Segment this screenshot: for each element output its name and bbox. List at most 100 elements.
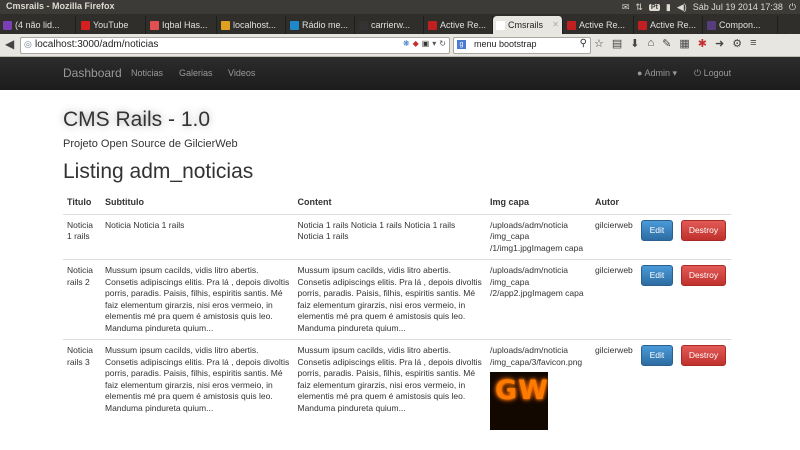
tab-9[interactable]: Active Re... bbox=[635, 16, 703, 34]
tab-10[interactable]: Compon... bbox=[704, 16, 778, 34]
toolbar-icons: ☆ ▤ ⬇ ⌂ ✎ ▦ ✱ ➜ ⚙ ≡ bbox=[594, 37, 757, 50]
tab-favicon-icon bbox=[638, 20, 647, 30]
header-content: Content bbox=[293, 193, 487, 215]
tab-7-active[interactable]: Cmsrails ✕ bbox=[493, 16, 563, 34]
search-icon[interactable]: ⚲ bbox=[580, 38, 587, 49]
github-icon bbox=[359, 20, 368, 30]
window-title: Cmsrails - Mozilla Firefox bbox=[6, 1, 115, 11]
tab-favicon-icon bbox=[290, 20, 299, 30]
cell-autor: gilcierweb bbox=[590, 213, 637, 260]
tab-0[interactable]: (4 não lid... bbox=[0, 16, 76, 34]
clock[interactable]: Sáb Jul 19 2014 17:38 bbox=[693, 2, 783, 12]
search-bar[interactable]: g menu bootstrap ⚲ bbox=[453, 37, 591, 54]
table-row: Noticia rails 2 Mussum ipsum cacilds, vi… bbox=[63, 259, 731, 340]
home-icon[interactable]: ⌂ bbox=[648, 37, 655, 50]
cell-edit: Edit bbox=[636, 213, 677, 260]
keyboard-indicator[interactable]: Pt bbox=[648, 3, 660, 11]
cell-titulo: Noticia rails 2 bbox=[63, 259, 101, 340]
addon-icon[interactable]: ▦ bbox=[679, 37, 689, 50]
addon-icon[interactable]: ▣ bbox=[422, 39, 430, 48]
off-icon: ⏻ bbox=[694, 68, 702, 78]
tab-6[interactable]: Active Re... bbox=[425, 16, 493, 34]
page-subtitle: Projeto Open Source de GilcierWeb bbox=[63, 138, 238, 150]
os-top-panel: Cmsrails - Mozilla Firefox ✉ ⇅ Pt ▮ ◀) S… bbox=[0, 0, 800, 14]
tab-label: carrierw... bbox=[371, 20, 411, 30]
tab-favicon-icon bbox=[3, 20, 12, 30]
google-icon[interactable]: g bbox=[457, 40, 466, 49]
chevron-down-icon[interactable]: ▾ bbox=[432, 39, 436, 48]
navbar-brand[interactable]: Dashboard bbox=[63, 66, 122, 80]
addon-icon[interactable]: ⚙ bbox=[732, 37, 742, 50]
destroy-button[interactable]: Destroy bbox=[680, 345, 726, 366]
tab-3[interactable]: localhost... bbox=[218, 16, 286, 34]
header-empty bbox=[676, 193, 731, 215]
browser-tab-bar: (4 não lid... YouTube Iqbal Has... local… bbox=[0, 14, 800, 45]
bookmark-star-icon[interactable]: ☆ bbox=[594, 37, 604, 50]
table-row: Noticia rails 3 Mussum ipsum cacilds, vi… bbox=[63, 339, 731, 435]
tab-favicon-icon bbox=[567, 20, 576, 30]
back-arrow-icon[interactable]: ◀ bbox=[5, 37, 14, 51]
cell-destroy: Destroy bbox=[676, 213, 731, 260]
battery-icon[interactable]: ▮ bbox=[666, 2, 671, 13]
cell-subtitulo: Mussum ipsum cacilds, vidis litro aberti… bbox=[100, 339, 294, 435]
nav-link-galerias[interactable]: Galerias bbox=[179, 68, 213, 78]
cell-img-capa: /uploads/adm/noticia /img_capa /1/img1.j… bbox=[486, 213, 591, 260]
globe-icon: ◎ bbox=[24, 39, 32, 49]
tab-label: (4 não lid... bbox=[15, 20, 60, 30]
edit-button[interactable]: Edit bbox=[640, 219, 673, 241]
edit-button[interactable]: Edit bbox=[640, 345, 673, 366]
tab-label: Iqbal Has... bbox=[162, 20, 208, 30]
cell-autor: gilcierweb bbox=[590, 259, 637, 340]
tab-label: Compon... bbox=[719, 20, 761, 30]
destroy-button[interactable]: Destroy bbox=[680, 219, 726, 241]
gw-logo-text: GW bbox=[495, 375, 549, 406]
tab-8[interactable]: Active Re... bbox=[564, 16, 634, 34]
search-query[interactable]: menu bootstrap bbox=[474, 39, 537, 49]
power-icon[interactable]: ⏻ bbox=[789, 2, 796, 13]
tab-label: localhost... bbox=[233, 20, 277, 30]
mail-icon[interactable]: ✉ bbox=[622, 2, 630, 13]
tab-1[interactable]: YouTube bbox=[78, 16, 146, 34]
url-bar[interactable]: ◎ localhost:3000/adm/noticias ❋ ◆ ▣ ▾ ↻ bbox=[20, 37, 450, 54]
logout-link[interactable]: ⏻ Logout bbox=[694, 68, 731, 79]
nav-link-videos[interactable]: Videos bbox=[228, 68, 255, 78]
tab-favicon-icon bbox=[428, 20, 437, 30]
noticias-table: Titulo Subtitulo Content Img capa Autor … bbox=[63, 193, 731, 435]
reload-icon[interactable]: ↻ bbox=[439, 39, 446, 48]
destroy-button[interactable]: Destroy bbox=[680, 265, 726, 286]
table-header-row: Titulo Subtitulo Content Img capa Autor bbox=[63, 193, 731, 215]
header-subtitulo: Subtitulo bbox=[100, 193, 294, 215]
cell-content: Noticia 1 rails Noticia 1 rails Noticia … bbox=[293, 213, 487, 260]
addon-icon[interactable]: ➜ bbox=[715, 37, 724, 50]
addon-icon[interactable]: ❋ bbox=[403, 39, 410, 48]
addon-icon[interactable]: ✱ bbox=[698, 37, 707, 50]
menu-icon[interactable]: ≡ bbox=[750, 37, 756, 50]
network-icon[interactable]: ⇅ bbox=[635, 2, 643, 13]
addon-icon[interactable]: ✎ bbox=[662, 37, 671, 50]
tab-label: Active Re... bbox=[440, 20, 487, 30]
tab-4[interactable]: Rádio me... bbox=[287, 16, 355, 34]
clipboard-icon[interactable]: ▤ bbox=[612, 37, 622, 50]
site-navbar: Dashboard Noticias Galerias Videos ● Adm… bbox=[0, 57, 800, 90]
cell-edit: Edit bbox=[636, 339, 677, 435]
cell-subtitulo: Mussum ipsum cacilds, vidis litro aberti… bbox=[100, 259, 294, 340]
listing-heading: Listing adm_noticias bbox=[63, 160, 254, 183]
tab-favicon-icon bbox=[496, 20, 505, 30]
tab-5[interactable]: carrierw... bbox=[356, 16, 424, 34]
cell-content: Mussum ipsum cacilds, vidis litro aberti… bbox=[293, 339, 487, 435]
tab-label: Rádio me... bbox=[302, 20, 349, 30]
user-icon: ● bbox=[637, 68, 643, 78]
tab-label: YouTube bbox=[93, 20, 129, 30]
cell-autor: gilcierweb bbox=[590, 339, 637, 435]
admin-dropdown[interactable]: ● Admin ▾ bbox=[637, 68, 677, 79]
volume-icon[interactable]: ◀) bbox=[677, 2, 687, 13]
cell-destroy: Destroy bbox=[676, 339, 731, 435]
url-text[interactable]: localhost:3000/adm/noticias bbox=[35, 39, 158, 50]
tab-2[interactable]: Iqbal Has... bbox=[147, 16, 217, 34]
header-titulo: Titulo bbox=[63, 193, 101, 215]
download-icon[interactable]: ⬇ bbox=[630, 37, 639, 50]
addon-icon[interactable]: ◆ bbox=[413, 39, 419, 48]
edit-button[interactable]: Edit bbox=[640, 265, 673, 286]
nav-link-noticias[interactable]: Noticias bbox=[131, 68, 163, 78]
close-tab-icon[interactable]: ✕ bbox=[552, 20, 559, 29]
